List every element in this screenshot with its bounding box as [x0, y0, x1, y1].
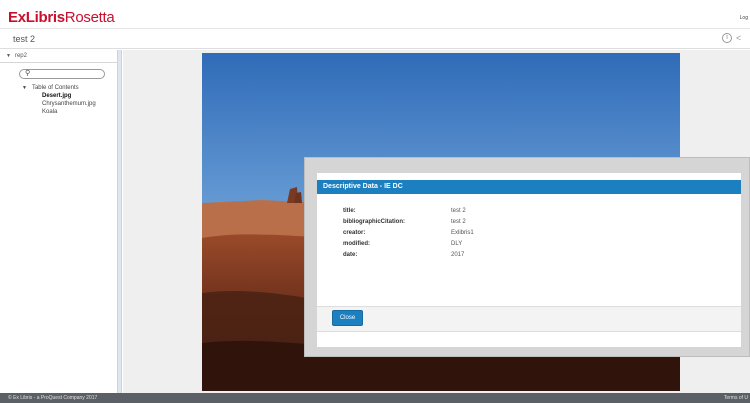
share-icon[interactable]: <	[736, 33, 746, 43]
metadata-value: Exlibris1	[451, 230, 474, 236]
login-link[interactable]: Log	[740, 15, 748, 21]
app-footer: © Ex Libris - a ProQuest Company 2017 Te…	[0, 393, 750, 403]
copyright-text: © Ex Libris - a ProQuest Company 2017	[8, 395, 98, 401]
metadata-row: creator: Exlibris1	[343, 228, 474, 239]
metadata-key: creator:	[343, 230, 366, 236]
metadata-value: test 2	[451, 219, 466, 225]
metadata-list: title: test 2 bibliographicCitation: tes…	[343, 206, 474, 261]
app-header: ExLibrisRosetta Log	[0, 0, 750, 29]
metadata-row: date: 2017	[343, 250, 474, 261]
representation-selector[interactable]: ▼ rep2	[0, 50, 118, 63]
close-button[interactable]: Close	[332, 310, 363, 326]
metadata-key: date:	[343, 252, 358, 258]
chevron-down-icon: ▼	[22, 85, 27, 91]
terms-of-use-link[interactable]: Terms of U	[724, 395, 748, 401]
search-icon[interactable]: ⚲	[25, 69, 30, 77]
title-bar: test 2 i <	[0, 29, 750, 49]
metadata-row: bibliographicCitation: test 2	[343, 217, 474, 228]
dialog-footer: Close	[317, 306, 741, 332]
metadata-key: bibliographicCitation:	[343, 219, 405, 225]
page-title: test 2	[13, 34, 36, 44]
toc-item-desert[interactable]: Desert.jpg	[22, 92, 96, 100]
logo-rosetta-text: Rosetta	[64, 9, 115, 26]
metadata-key: title:	[343, 208, 356, 214]
metadata-row: modified: DLY	[343, 239, 474, 250]
metadata-value: 2017	[451, 252, 465, 258]
search-box: ⚲	[19, 69, 105, 79]
descriptive-data-dialog: Descriptive Data - IE DC title: test 2 b…	[317, 173, 741, 347]
table-of-contents: ▼ Table of Contents Desert.jpg Chrysanthe…	[22, 84, 96, 116]
exlibris-rosetta-logo[interactable]: ExLibrisRosetta	[8, 9, 115, 26]
search-input[interactable]	[34, 71, 100, 78]
logo-exlibris-text: ExLibris	[8, 9, 65, 26]
toc-heading[interactable]: ▼ Table of Contents	[22, 84, 96, 92]
representation-label: rep2	[14, 53, 27, 59]
sidebar: ▼ rep2 ⚲ ▼ Table of Contents Desert.jpg Ch…	[0, 50, 118, 393]
toc-item-chrysanthemum[interactable]: Chrysanthemum.jpg	[22, 100, 96, 108]
modal-overlay: Descriptive Data - IE DC title: test 2 b…	[304, 157, 750, 357]
info-icon[interactable]: i	[722, 33, 732, 43]
toc-item-koala[interactable]: Koala	[22, 108, 96, 116]
metadata-value: DLY	[451, 241, 463, 247]
metadata-row: title: test 2	[343, 206, 474, 217]
metadata-value: test 2	[451, 208, 466, 214]
chevron-down-icon: ▼	[6, 53, 11, 59]
toc-heading-label: Table of Contents	[31, 85, 79, 91]
title-actions: i <	[722, 33, 746, 43]
dialog-title: Descriptive Data - IE DC	[317, 180, 741, 194]
sidebar-resize-handle[interactable]	[118, 50, 122, 393]
metadata-key: modified:	[343, 241, 370, 247]
